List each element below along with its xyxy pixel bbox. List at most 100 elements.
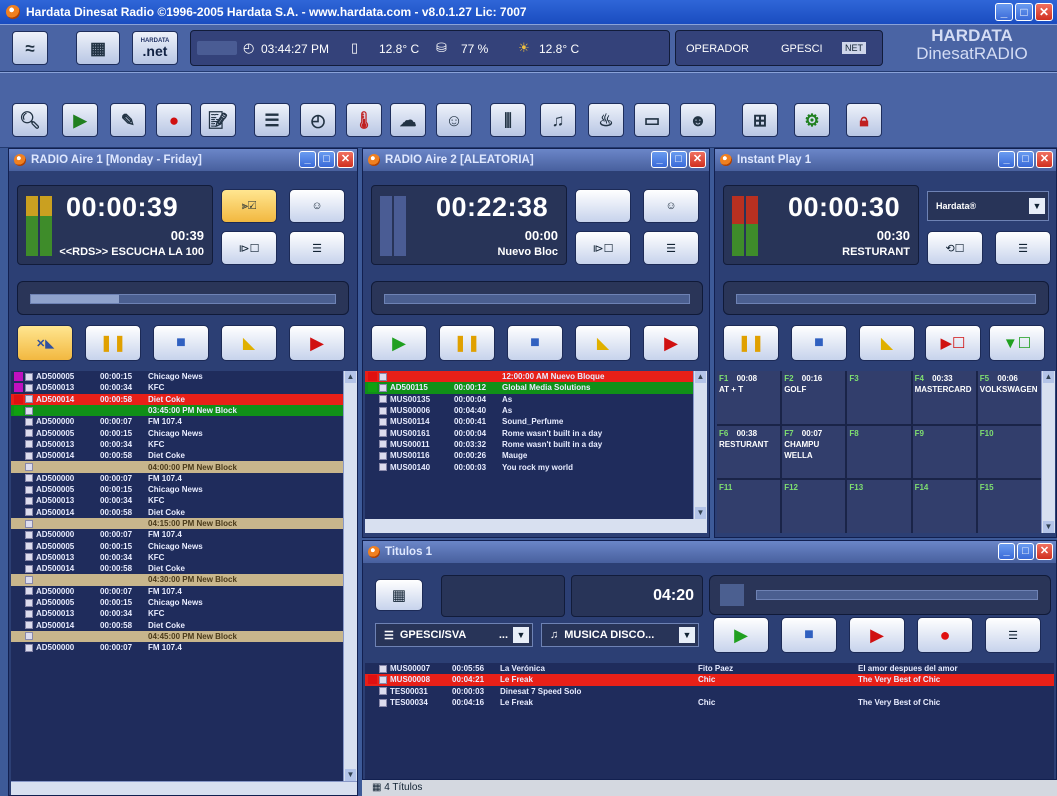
playlist-aire-2[interactable]: 12:00:00 AM Nuevo Bloque AD500115 00:00:12… xyxy=(365,371,693,519)
list-item[interactable]: AD500014 00:00:58 Diet Coke xyxy=(11,393,343,405)
panel-maximize-button[interactable]: □ xyxy=(1017,543,1034,560)
list-item[interactable]: MUS00114 00:00:41 Sound_Perfume xyxy=(365,416,693,427)
titulos-progress-bar[interactable] xyxy=(709,575,1051,615)
list-item[interactable]: 03:45:00 PM New Block xyxy=(11,404,343,417)
progress-bar[interactable] xyxy=(371,281,703,315)
play-button[interactable]: ▶ xyxy=(713,617,769,653)
vertical-scrollbar[interactable]: ▲ ▼ xyxy=(343,371,357,781)
operator-button[interactable]: ☻ xyxy=(680,103,716,137)
auto-mode-button[interactable] xyxy=(575,189,631,223)
panel-close-button[interactable]: ✕ xyxy=(689,151,706,168)
add-button[interactable]: ⊞ xyxy=(742,103,778,137)
playlist-button[interactable]: ☰ xyxy=(985,617,1041,653)
vertical-scrollbar[interactable]: ▲ ▼ xyxy=(1041,371,1055,533)
mixer-button[interactable]: ⫼ xyxy=(490,103,526,137)
panel-minimize-button[interactable]: _ xyxy=(998,543,1015,560)
cart-button[interactable]: F7 00:07 CHAMPU WELLA xyxy=(782,425,846,479)
list-item[interactable]: MUS00007 00:05:56 La Verónica Fito Paez El a… xyxy=(365,663,1054,674)
close-button[interactable]: ✕ xyxy=(1035,3,1053,21)
list-item[interactable]: 04:45:00 PM New Block xyxy=(11,630,343,643)
playlist-button[interactable]: ☰ xyxy=(995,231,1051,265)
scroll-up-icon[interactable]: ▲ xyxy=(345,371,356,383)
cart-button[interactable]: F10 xyxy=(977,425,1041,479)
pause-button[interactable]: ❚❚ xyxy=(439,325,495,361)
scroll-down-icon[interactable]: ▼ xyxy=(345,769,356,781)
cart-button[interactable]: F14 xyxy=(912,480,976,533)
list-item[interactable]: AD500000 00:00:07 FM 107.4 xyxy=(11,586,343,597)
record-tool-button[interactable]: ● xyxy=(156,103,192,137)
list-item[interactable]: MUS00140 00:00:03 You rock my world xyxy=(365,461,693,472)
list-item[interactable]: MUS00116 00:00:26 Mauge xyxy=(365,450,693,461)
list-item[interactable]: 04:00:00 PM New Block xyxy=(11,461,343,473)
user-temp-button[interactable]: ☺ xyxy=(436,103,472,137)
list-item[interactable]: AD500013 00:00:34 KFC xyxy=(11,495,343,506)
playlist-button[interactable]: ☰ xyxy=(643,231,699,265)
folder-select[interactable]: ☰ GPESCI/SVA... ▼ xyxy=(375,623,533,647)
scroll-down-icon[interactable]: ▼ xyxy=(695,507,706,519)
instant-cart-grid[interactable]: F1 00:08 AT + T F2 00:16 GOLF F3 F4 00:33 MAST… xyxy=(717,371,1041,533)
cart-button[interactable]: F9 xyxy=(912,425,976,479)
playlist-button[interactable]: ☰ xyxy=(289,231,345,265)
next-button[interactable]: ▶ xyxy=(643,325,699,361)
edit-button[interactable]: ✎ xyxy=(110,103,146,137)
panel-maximize-button[interactable]: □ xyxy=(318,151,335,168)
panel-minimize-button[interactable]: _ xyxy=(998,151,1015,168)
layout-button[interactable]: ▦ xyxy=(76,31,120,65)
notes-button[interactable]: 📝︎ xyxy=(200,103,236,137)
schedule-button[interactable]: ◴ xyxy=(300,103,336,137)
list-item[interactable]: AD500005 00:00:15 Chicago News xyxy=(11,484,343,495)
list-item[interactable]: AD500014 00:00:58 Diet Coke xyxy=(11,620,343,631)
list-item[interactable]: 04:30:00 PM New Block xyxy=(11,574,343,586)
scroll-down-icon[interactable]: ▼ xyxy=(1043,521,1054,533)
panel-close-button[interactable]: ✕ xyxy=(1036,151,1053,168)
chevron-down-icon[interactable]: ▼ xyxy=(513,627,529,643)
horizontal-scrollbar[interactable] xyxy=(11,781,357,795)
scroll-up-icon[interactable]: ▲ xyxy=(1043,371,1054,383)
cart-button[interactable]: F4 00:33 MASTERCARD xyxy=(912,371,976,424)
stop-button[interactable]: ■ xyxy=(791,325,847,361)
cart-button[interactable]: F13 xyxy=(847,480,911,533)
scroll-up-icon[interactable]: ▲ xyxy=(695,371,706,383)
list-item[interactable]: AD500000 00:00:07 FM 107.4 xyxy=(11,473,343,484)
stop-button[interactable]: ■ xyxy=(507,325,563,361)
titles-list[interactable]: MUS00007 00:05:56 La Verónica Fito Paez El a… xyxy=(365,663,1054,779)
fade-button[interactable]: ◣ xyxy=(575,325,631,361)
list-item[interactable]: AD500000 00:00:07 FM 107.4 xyxy=(11,529,343,540)
list-tool-button[interactable]: ☰ xyxy=(254,103,290,137)
loop-mode-button[interactable]: ⟲☐ xyxy=(927,231,983,265)
cart-button[interactable]: F8 xyxy=(847,425,911,479)
record-button[interactable]: ● xyxy=(917,617,973,653)
progress-bar[interactable] xyxy=(723,281,1049,315)
stop-button[interactable]: ■ xyxy=(781,617,837,653)
list-item[interactable]: AD500000 00:00:07 FM 107.4 xyxy=(11,416,343,427)
list-item[interactable]: AD500014 00:00:58 Diet Coke xyxy=(11,450,343,461)
panel-minimize-button[interactable]: _ xyxy=(299,151,316,168)
panel-maximize-button[interactable]: □ xyxy=(670,151,687,168)
playlist-aire-1[interactable]: AD500005 00:00:15 Chicago News AD500013 00:0… xyxy=(11,371,343,781)
list-item[interactable]: TES00031 00:00:03 Dinesat 7 Speed Solo xyxy=(365,686,1054,697)
fade-button[interactable]: ◣ xyxy=(859,325,915,361)
list-item[interactable]: AD500013 00:00:34 KFC xyxy=(11,439,343,450)
panel-close-button[interactable]: ✕ xyxy=(337,151,354,168)
display-button[interactable]: ▭ xyxy=(634,103,670,137)
list-item[interactable]: AD500005 00:00:15 Chicago News xyxy=(11,597,343,608)
segue-mode-button[interactable]: ⧐☐ xyxy=(221,231,277,265)
cart-button[interactable]: F3 xyxy=(847,371,911,424)
cart-button[interactable]: F1 00:08 AT + T xyxy=(717,371,781,424)
cancel-fade-button[interactable]: ✕◣ xyxy=(17,325,73,361)
list-item[interactable]: AD500013 00:00:34 KFC xyxy=(11,552,343,563)
list-item[interactable]: AD500014 00:00:58 Diet Coke xyxy=(11,507,343,518)
cart-button[interactable]: F11 xyxy=(717,480,781,533)
operator-assign-button[interactable]: ☺ xyxy=(289,189,345,223)
operator-assign-button[interactable]: ☺ xyxy=(643,189,699,223)
settings-button[interactable]: ⚙ xyxy=(794,103,830,137)
vertical-scrollbar[interactable]: ▲ ▼ xyxy=(693,371,707,519)
cart-button[interactable]: F2 00:16 GOLF xyxy=(782,371,846,424)
list-item[interactable]: AD500013 00:00:34 KFC xyxy=(11,608,343,619)
weather-button[interactable]: ☁ xyxy=(390,103,426,137)
list-item[interactable]: MUS00135 00:00:04 As xyxy=(365,394,693,405)
cart-button[interactable]: F15 xyxy=(977,480,1041,533)
list-item[interactable]: 12:00:00 AM Nuevo Bloque xyxy=(365,371,693,383)
next-button[interactable]: ▶ xyxy=(289,325,345,361)
panel-minimize-button[interactable]: _ xyxy=(651,151,668,168)
